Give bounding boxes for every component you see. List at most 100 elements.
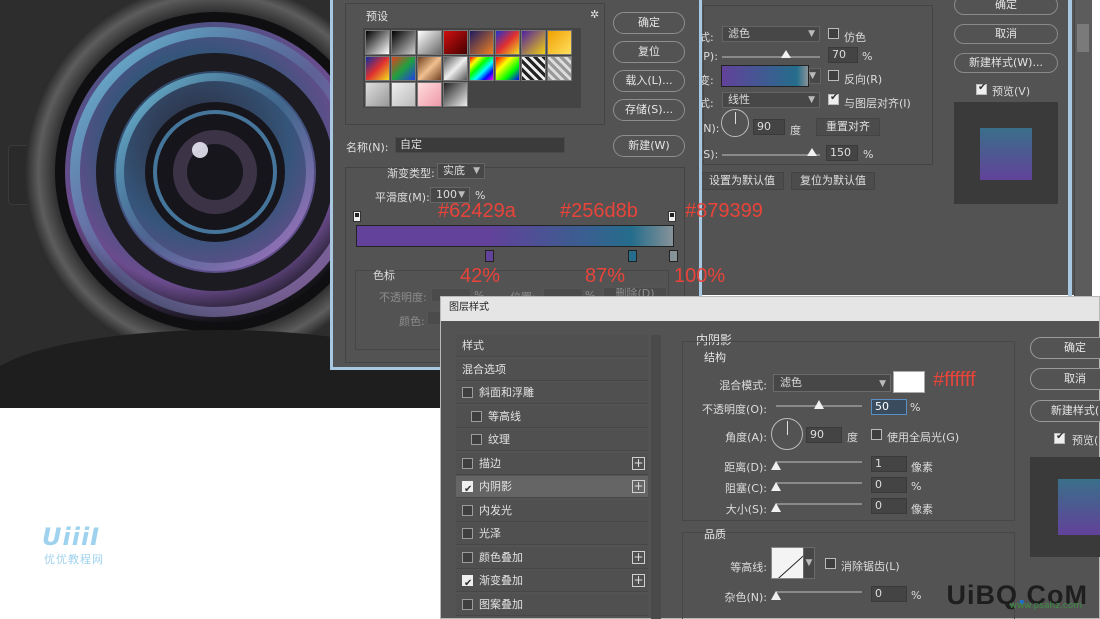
style-select[interactable]: 线性 ▼ [722, 92, 820, 108]
reset-default-button[interactable]: 复位为默认值 [791, 172, 875, 190]
style-list-item[interactable]: 样式 [456, 335, 648, 357]
size-slider-track[interactable] [776, 503, 862, 505]
blend-mode-select[interactable]: 滤色 ▼ [773, 374, 891, 392]
preset-swatch[interactable] [365, 30, 390, 55]
style-checkbox[interactable] [462, 457, 473, 469]
style-list-item[interactable]: 混合选项 [456, 358, 648, 381]
style-list-item[interactable]: 纹理 [456, 429, 648, 451]
opacity-slider-track[interactable] [722, 56, 820, 58]
load-button[interactable]: 载入(L)... [613, 70, 685, 92]
add-effect-icon[interactable]: + [632, 550, 645, 564]
opacity-stop-left[interactable] [353, 211, 361, 222]
angle-input[interactable]: 90 [753, 119, 785, 135]
style-checkbox[interactable] [471, 410, 482, 422]
style-checkbox[interactable] [462, 573, 473, 594]
preset-swatch[interactable] [469, 30, 494, 55]
style-checkbox[interactable] [462, 551, 473, 563]
preset-swatch[interactable] [391, 82, 416, 107]
style-checkbox[interactable] [462, 528, 473, 539]
noise-slider-thumb[interactable] [771, 591, 781, 600]
style-checkbox[interactable] [462, 387, 473, 398]
preset-swatch[interactable] [417, 82, 442, 107]
color-stop-marker[interactable] [627, 250, 637, 262]
make-default-button[interactable]: 设置为默认值 [700, 172, 784, 190]
preset-swatch[interactable] [365, 56, 390, 81]
blend-mode-select[interactable]: 滤色 ▼ [722, 26, 820, 42]
style-list-item[interactable]: 光泽 [456, 523, 648, 545]
global-light-checkbox[interactable] [871, 429, 882, 440]
style-checkbox[interactable] [471, 434, 482, 445]
preset-swatch[interactable] [547, 56, 572, 81]
ok-button[interactable]: 确定 [1030, 337, 1100, 359]
noise-slider-track[interactable] [776, 591, 862, 593]
style-list-item[interactable]: 图案叠加 [456, 593, 648, 616]
contour-preview[interactable] [771, 547, 807, 579]
preset-swatch[interactable] [443, 56, 468, 81]
size-slider-thumb[interactable] [771, 503, 781, 512]
gradient-bar[interactable] [356, 225, 674, 247]
gradient-picker-dropdown[interactable]: ▼ [809, 68, 821, 84]
preset-swatch[interactable] [391, 56, 416, 81]
style-list-item[interactable]: 内阴影 + [456, 476, 648, 500]
preset-swatch[interactable] [469, 56, 494, 81]
reset-button[interactable]: 复位 [613, 41, 685, 63]
scale-slider-track[interactable] [722, 154, 820, 156]
name-input[interactable]: 自定 [395, 137, 565, 153]
preset-swatch[interactable] [391, 30, 416, 55]
choke-slider-thumb[interactable] [771, 482, 781, 491]
choke-input[interactable]: 0 [871, 477, 907, 493]
style-list-item[interactable]: 内发光 [456, 499, 648, 522]
preset-swatch[interactable] [443, 82, 468, 107]
style-checkbox[interactable] [462, 598, 473, 610]
angle-input[interactable]: 90 [806, 427, 842, 443]
cancel-button[interactable]: 取消 [954, 24, 1058, 44]
angle-dial[interactable] [721, 109, 749, 137]
scale-input[interactable]: 150 [826, 145, 858, 161]
reverse-checkbox[interactable] [828, 70, 839, 81]
preset-swatch[interactable] [495, 56, 520, 81]
preset-swatch[interactable] [521, 30, 546, 55]
angle-dial[interactable] [771, 418, 803, 450]
scrollbar-thumb[interactable] [1077, 24, 1089, 52]
distance-input[interactable]: 1 [871, 456, 907, 472]
size-input[interactable]: 0 [871, 498, 907, 514]
gear-icon[interactable]: ✲ [590, 8, 599, 21]
opacity-input[interactable]: 70 [828, 47, 858, 63]
preset-swatch[interactable] [495, 30, 520, 55]
anti-aliased-checkbox[interactable] [825, 558, 836, 569]
color-stop-marker[interactable] [484, 250, 494, 262]
contour-dropdown[interactable]: ▼ [803, 547, 815, 579]
save-button[interactable]: 存储(S)... [613, 99, 685, 121]
new-style-button[interactable]: 新建样式(W)... [954, 53, 1058, 73]
style-list-item[interactable]: 斜面和浮雕 [456, 382, 648, 404]
preset-swatch[interactable] [417, 30, 442, 55]
style-list-item[interactable]: 渐变叠加 + [456, 570, 648, 594]
preview-checkbox[interactable] [1054, 431, 1065, 444]
noise-input[interactable]: 0 [871, 586, 907, 602]
style-checkbox[interactable] [462, 504, 473, 516]
shadow-color-swatch[interactable] [893, 371, 925, 393]
add-effect-icon[interactable]: + [632, 480, 645, 493]
align-with-layer-checkbox[interactable] [828, 92, 839, 105]
preset-swatch[interactable] [417, 56, 442, 81]
dither-checkbox[interactable] [828, 28, 839, 39]
gradient-type-select[interactable]: 实底 ▼ [437, 163, 485, 179]
scale-slider-thumb[interactable] [807, 148, 817, 156]
choke-slider-track[interactable] [776, 482, 862, 484]
add-effect-icon[interactable]: + [632, 456, 645, 470]
vertical-scrollbar[interactable] [1074, 0, 1092, 296]
opacity-slider-thumb[interactable] [814, 400, 824, 409]
new-gradient-button[interactable]: 新建(W) [613, 135, 685, 157]
add-effect-icon[interactable]: + [632, 574, 645, 587]
preset-swatch[interactable] [443, 30, 468, 55]
style-list-item[interactable]: 描边 + [456, 452, 648, 475]
color-stop-marker[interactable] [669, 250, 678, 262]
preview-checkbox[interactable] [976, 82, 987, 95]
gradient-preview-swatch[interactable] [721, 65, 809, 87]
ok-button[interactable]: 确定 [613, 12, 685, 34]
opacity-slider-thumb[interactable] [781, 50, 791, 58]
ok-button[interactable]: 确定 [954, 0, 1058, 15]
preset-swatch[interactable] [521, 56, 546, 81]
distance-slider-thumb[interactable] [771, 461, 781, 470]
style-list-item[interactable]: 颜色叠加 + [456, 546, 648, 569]
